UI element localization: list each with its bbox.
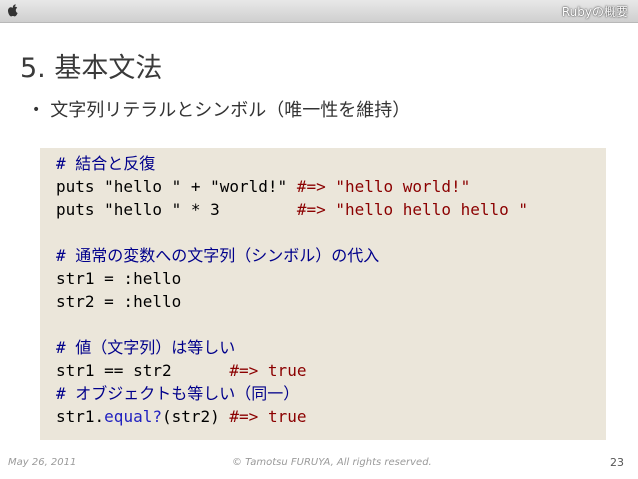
code-comment: # 値（文字列）は等しい bbox=[56, 338, 236, 357]
code-receiver: str1. bbox=[56, 407, 105, 426]
bullet-text: 文字列リテラルとシンボル（唯一性を維持） bbox=[50, 100, 411, 121]
bullet-item: • 文字列リテラルとシンボル（唯一性を維持） bbox=[32, 96, 410, 122]
bullet-dot-icon: • bbox=[32, 102, 41, 118]
code-block: # 結合と反復 puts "hello " + "world!" #=> "he… bbox=[56, 152, 528, 428]
code-comment: # 通常の変数への文字列（シンボル）の代入 bbox=[56, 246, 380, 265]
code-result: #=> "hello hello hello " bbox=[296, 200, 529, 219]
slide-title: 5. 基本文法 bbox=[20, 53, 163, 84]
code-result: #=> true bbox=[229, 407, 307, 426]
code-line: puts "hello " * 3 #=> "hello hello hello… bbox=[56, 198, 528, 221]
footer-copyright: © Tamotsu FURUYA, All rights reserved. bbox=[232, 457, 432, 468]
code-comment: # オブジェクトも等しい（同一） bbox=[56, 384, 300, 403]
code-method: equal? bbox=[104, 407, 162, 426]
code-statement: puts "hello " * 3 bbox=[56, 200, 297, 219]
app-title: Rubyの概要 bbox=[561, 5, 628, 19]
apple-icon[interactable] bbox=[6, 3, 20, 18]
code-line: puts "hello " + "world!" #=> "hello worl… bbox=[56, 175, 528, 198]
code-statement: str1 == str2 bbox=[56, 361, 230, 380]
code-line: str1.equal?(str2) #=> true bbox=[56, 405, 528, 428]
page-number: 23 bbox=[610, 456, 624, 469]
code-args: (str2) bbox=[161, 407, 230, 426]
code-result: #=> true bbox=[229, 361, 307, 380]
code-statement: str1 = :hello bbox=[56, 269, 182, 288]
code-comment: # 結合と反復 bbox=[56, 154, 156, 173]
code-statement: str2 = :hello bbox=[56, 292, 182, 311]
footer-date: May 26, 2011 bbox=[8, 457, 77, 468]
menu-bar: Rubyの概要 bbox=[0, 0, 638, 23]
code-result: #=> "hello world!" bbox=[296, 177, 471, 196]
code-statement: puts "hello " + "world!" bbox=[56, 177, 297, 196]
code-line: str1 == str2 #=> true bbox=[56, 359, 528, 382]
